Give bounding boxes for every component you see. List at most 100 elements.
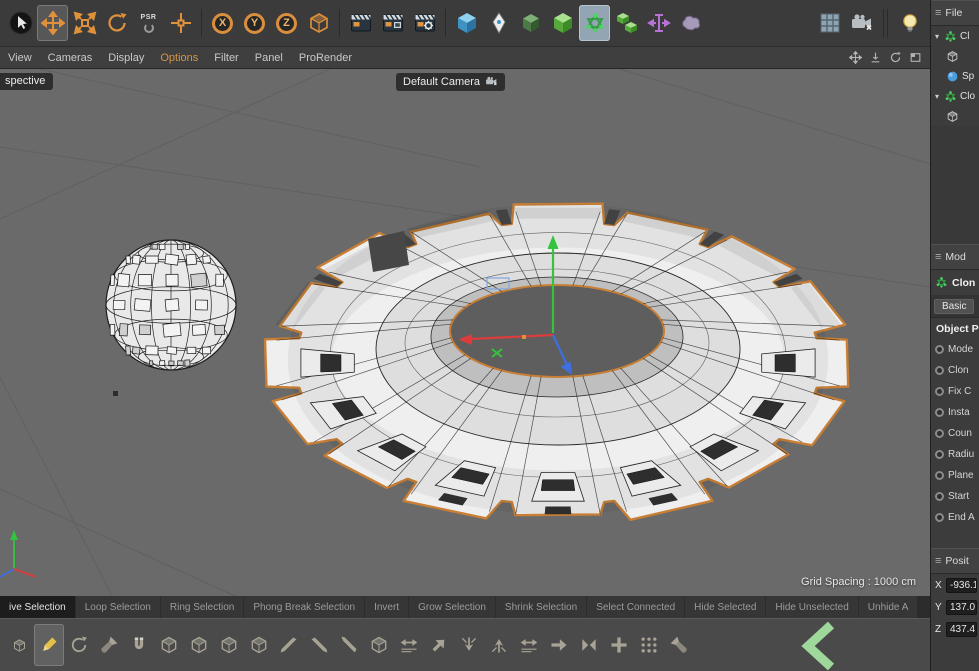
shift-button[interactable] [544, 624, 574, 666]
mograph-cloner-button[interactable] [579, 5, 610, 41]
tab-basic[interactable]: Basic [934, 298, 975, 314]
array-generator-button[interactable] [611, 5, 642, 41]
menu-hamburger-icon[interactable]: ≡ [935, 7, 941, 19]
position-x-input[interactable]: -936.1 [946, 577, 977, 593]
camera-object-button[interactable] [846, 5, 877, 41]
loop-selection-button[interactable]: Loop Selection [75, 596, 160, 618]
knife-button[interactable] [274, 624, 304, 666]
live-selection-button[interactable]: ive Selection [0, 596, 75, 618]
keyframe-dot-icon[interactable] [935, 471, 944, 480]
viewport-3d[interactable]: spective Default Camera Grid Spacing : 1… [0, 69, 930, 596]
menu-hamburger-icon[interactable]: ≡ [935, 251, 941, 263]
menu-hamburger-icon[interactable]: ≡ [935, 555, 941, 567]
plane-cut-button[interactable] [334, 624, 364, 666]
keyframe-dot-icon[interactable] [935, 513, 944, 522]
tree-item-cloner-2[interactable]: ▾ Clo [931, 86, 979, 106]
file-menu[interactable]: File [945, 7, 962, 19]
stitch-button[interactable] [514, 624, 544, 666]
shrink-selection-button[interactable]: Shrink Selection [495, 596, 587, 618]
live-selection-tool-button[interactable] [5, 5, 36, 41]
field-deformer-button[interactable] [675, 5, 706, 41]
bend-deformer-button[interactable] [643, 5, 674, 41]
y-axis-lock-button[interactable]: Y [239, 5, 270, 41]
invert-button[interactable]: Invert [365, 596, 409, 618]
hide-selected-button[interactable]: Hide Selected [685, 596, 766, 618]
add-point-button[interactable] [604, 624, 634, 666]
brush-tool-button[interactable] [94, 624, 124, 666]
menu-cameras[interactable]: Cameras [40, 47, 101, 68]
weld-button[interactable] [484, 624, 514, 666]
magnet-tool-button[interactable] [124, 624, 154, 666]
menu-view[interactable]: View [0, 47, 40, 68]
keyframe-dot-icon[interactable] [935, 366, 944, 375]
property-instance[interactable]: Insta [931, 402, 979, 423]
keyframe-dot-icon[interactable] [935, 387, 944, 396]
property-radius[interactable]: Radiu [931, 444, 979, 465]
keyframe-dot-icon[interactable] [935, 408, 944, 417]
property-clones[interactable]: Clon [931, 360, 979, 381]
menu-options[interactable]: Options [152, 47, 206, 68]
property-plane[interactable]: Plane [931, 465, 979, 486]
phong-break-selection-button[interactable]: Phong Break Selection [244, 596, 365, 618]
matrix-array-button[interactable] [814, 5, 845, 41]
generator-cube-button[interactable] [547, 5, 578, 41]
bevel-button[interactable] [214, 624, 244, 666]
keyframe-dot-icon[interactable] [935, 450, 944, 459]
property-mode[interactable]: Mode [931, 339, 979, 360]
menu-filter[interactable]: Filter [206, 47, 246, 68]
keyframe-dot-icon[interactable] [935, 492, 944, 501]
move-tool-button[interactable] [37, 5, 68, 41]
tree-item-child[interactable] [931, 46, 979, 66]
tree-item-sphere[interactable]: Sp [931, 66, 979, 86]
select-connected-button[interactable]: Select Connected [587, 596, 685, 618]
position-menu[interactable]: Posit [945, 555, 968, 567]
tweak-tool-button[interactable] [4, 624, 34, 666]
attributes-mode-menu[interactable]: Mod [945, 251, 965, 263]
toggle-panel-icon[interactable] [909, 51, 922, 64]
render-settings-button[interactable] [409, 5, 440, 41]
light-object-button[interactable] [894, 5, 925, 41]
psr-tool-button[interactable]: PSR [133, 5, 164, 41]
property-start-angle[interactable]: Start [931, 486, 979, 507]
fill-selection-button[interactable] [664, 624, 694, 666]
grow-selection-button[interactable]: Grow Selection [409, 596, 495, 618]
menu-panel[interactable]: Panel [247, 47, 291, 68]
unhide-all-button[interactable]: Unhide A [858, 596, 918, 618]
keyframe-dot-icon[interactable] [935, 345, 944, 354]
matrix-dots-button[interactable] [634, 624, 664, 666]
extrude-inner-button[interactable] [184, 624, 214, 666]
view-mode-label[interactable]: spective [0, 73, 54, 90]
ring-selection-button[interactable]: Ring Selection [160, 596, 244, 618]
render-picture-viewer-button[interactable] [377, 5, 408, 41]
arc-tool-button[interactable] [64, 624, 94, 666]
tree-item-child-2[interactable] [931, 106, 979, 126]
expand-caret-icon[interactable]: ▾ [933, 32, 941, 41]
subdivision-surface-button[interactable] [515, 5, 546, 41]
property-fix-clone[interactable]: Fix C [931, 381, 979, 402]
collide-button[interactable] [574, 624, 604, 666]
dolly-view-icon[interactable] [869, 51, 882, 64]
normal-move-button[interactable] [424, 624, 454, 666]
line-cut-button[interactable] [304, 624, 334, 666]
keyframe-dot-icon[interactable] [935, 429, 944, 438]
pen-spline-button[interactable] [483, 5, 514, 41]
split-button[interactable] [454, 624, 484, 666]
menu-prorender[interactable]: ProRender [291, 47, 360, 68]
loop-cut-button[interactable] [364, 624, 394, 666]
rotate-tool-button[interactable] [101, 5, 132, 41]
expand-caret-icon[interactable]: ▾ [933, 92, 941, 101]
axis-modifier-button[interactable] [165, 5, 196, 41]
add-cube-primitive-button[interactable] [451, 5, 482, 41]
scale-tool-button[interactable] [69, 5, 100, 41]
z-axis-lock-button[interactable]: Z [271, 5, 302, 41]
polygon-pen-button[interactable] [34, 624, 64, 666]
hide-unselected-button[interactable]: Hide Unselected [766, 596, 858, 618]
bridge-button[interactable] [244, 624, 274, 666]
extrude-button[interactable] [154, 624, 184, 666]
coordinate-system-button[interactable] [303, 5, 334, 41]
property-end-angle[interactable]: End A [931, 507, 979, 528]
edge-slide-button[interactable] [394, 624, 424, 666]
camera-label[interactable]: Default Camera [396, 73, 506, 91]
x-axis-lock-button[interactable]: X [207, 5, 238, 41]
pan-view-icon[interactable] [849, 51, 862, 64]
